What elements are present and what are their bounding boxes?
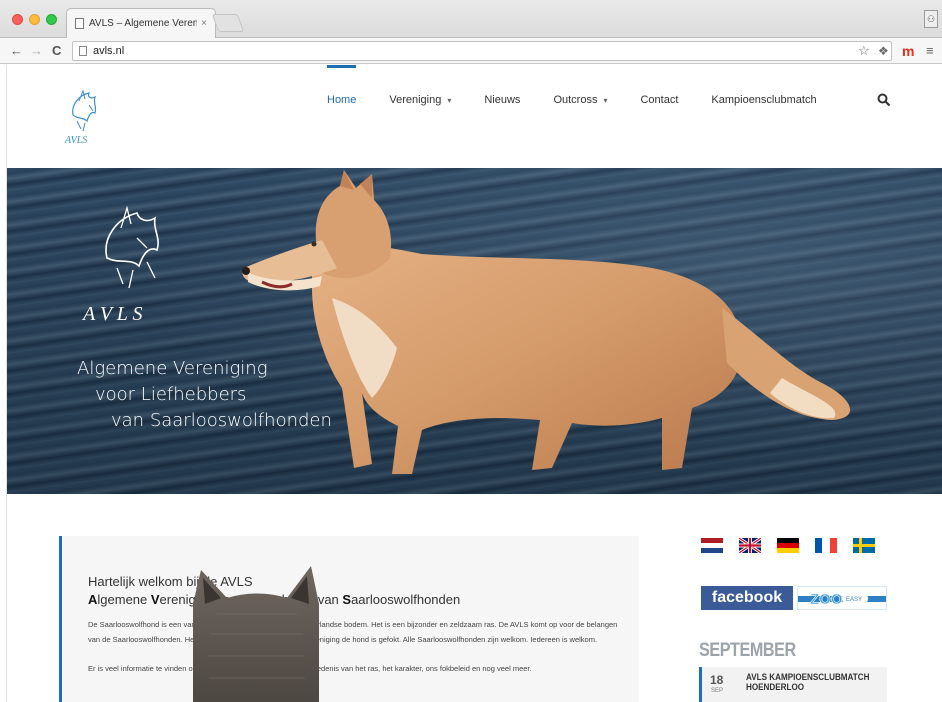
chevron-down-icon: ▾ (447, 95, 452, 105)
menu-icon[interactable]: ≡ (926, 43, 934, 59)
nav-home[interactable]: Home (327, 65, 357, 135)
nav-label: Contact (640, 94, 679, 106)
main-nav: Home Vereniging ▾ Nieuws Outcross ▾ Contac… (327, 65, 850, 135)
tab-title: AVLS – Algemene Verenig (89, 18, 198, 29)
browser-tab[interactable]: AVLS – Algemene Verenig × (66, 8, 216, 38)
hero-logo: A V L S (81, 205, 159, 325)
nav-label: Nieuws (484, 94, 521, 106)
agenda-event[interactable]: 18 SEP AVLS KAMPIOENSCLUBMATCH HOENDERLO… (699, 667, 887, 702)
new-tab-button[interactable] (211, 14, 245, 32)
maximize-window-button[interactable] (46, 14, 57, 25)
logo-text: AVLS (64, 135, 87, 146)
tagline-line: van Saarlooswolfhonden (111, 410, 332, 431)
hero-tagline: Algemene Vereniging voor Liefhebbers van… (77, 356, 332, 434)
flag-fr-icon[interactable] (815, 538, 837, 553)
event-day: 18 (710, 673, 724, 687)
zoo-label: ZOO (810, 591, 843, 608)
forward-arrow-icon[interactable]: → (30, 43, 43, 59)
nav-outcross[interactable]: Outcross ▾ (553, 65, 607, 135)
zoo-sub-label: EASY (846, 597, 862, 603)
profile-icon[interactable]: ⚇ (924, 10, 938, 28)
tagline-line: Algemene Vereniging (77, 358, 268, 379)
welcome-paragraph: Er is veel informatie te vinden op deze … (88, 664, 532, 673)
nav-label: Vereniging (389, 94, 442, 106)
welcome-box: Hartelijk welkom bij de AVLS Algemene Ve… (59, 536, 639, 702)
chevron-down-icon: ▾ (603, 95, 608, 105)
site-header: AVLS Home Vereniging ▾ Nieuws Outcross ▾ C… (7, 65, 942, 168)
nav-label: Home (327, 94, 357, 106)
language-flags (701, 538, 875, 553)
nav-kampioensclubmatch[interactable]: Kampioensclubmatch (711, 65, 816, 135)
event-title: AVLS KAMPIOENSCLUBMATCH HOENDERLOO (746, 672, 870, 692)
flag-de-icon[interactable] (777, 538, 799, 553)
close-window-button[interactable] (12, 14, 23, 25)
nav-label: Outcross (553, 94, 598, 106)
url-text: avls.nl (93, 45, 125, 57)
flag-se-icon[interactable] (853, 538, 875, 553)
website: AVLS Home Vereniging ▾ Nieuws Outcross ▾ C… (6, 65, 942, 702)
event-month: SEP (711, 688, 724, 694)
minimize-window-button[interactable] (29, 14, 40, 25)
nav-label: Kampioensclubmatch (711, 94, 817, 106)
social-links: facebook ZOO EASY (701, 586, 887, 610)
nav-contact[interactable]: Contact (640, 65, 678, 135)
flag-uk-icon[interactable] (739, 538, 761, 553)
zooeasy-button[interactable]: ZOO EASY (797, 586, 887, 610)
nav-nieuws[interactable]: Nieuws (484, 65, 520, 135)
page-icon (79, 46, 87, 56)
wolfdog-image (242, 170, 851, 474)
browser-toolbar: ← → C avls.nl ☆ ❖ m ≡ (0, 38, 942, 64)
welcome-paragraph: De Saarlooswolfhond is een van de weinig… (88, 620, 618, 644)
facebook-button[interactable]: facebook (701, 586, 793, 610)
tab-close-icon[interactable]: × (201, 18, 207, 29)
browser-titlebar: AVLS – Algemene Verenig × ⚇ (0, 0, 942, 38)
avls-logo[interactable]: AVLS (59, 85, 115, 149)
extension-m-icon[interactable]: m (902, 43, 914, 59)
page-icon (75, 18, 84, 29)
extension-icon[interactable]: ❖ (878, 43, 889, 59)
reload-icon[interactable]: C (52, 43, 61, 59)
search-icon[interactable] (877, 93, 891, 107)
cat-photo-overlay (193, 566, 319, 702)
hero-logo-text: A V L S (81, 303, 142, 325)
welcome-subheading: Algemene Vereniging voor Liefhebbers van… (88, 592, 461, 607)
main-content: Hartelijk welkom bij de AVLS Algemene Ve… (7, 494, 942, 702)
address-bar[interactable]: avls.nl (72, 41, 892, 61)
agenda-month-heading: SEPTEMBER (699, 640, 796, 661)
star-icon[interactable]: ☆ (858, 43, 870, 59)
welcome-heading: Hartelijk welkom bij de AVLS (88, 574, 253, 589)
flag-nl-icon[interactable] (701, 538, 723, 553)
back-arrow-icon[interactable]: ← (10, 43, 23, 59)
tagline-line: voor Liefhebbers (95, 384, 247, 405)
hero-banner: A V L S Algemene Vereniging voor Liefheb… (7, 168, 942, 494)
nav-vereniging[interactable]: Vereniging ▾ (389, 65, 451, 135)
